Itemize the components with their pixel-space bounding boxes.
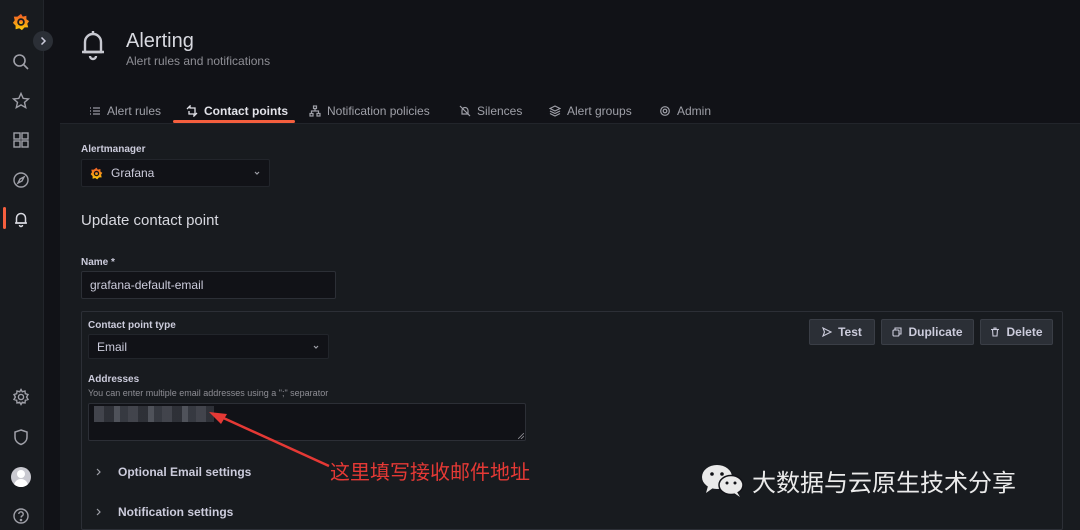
- duplicate-button[interactable]: Duplicate: [881, 319, 974, 345]
- tab-silences[interactable]: Silences: [459, 97, 522, 125]
- bell-slash-icon: [459, 105, 471, 117]
- tab-alert-groups[interactable]: Alert groups: [549, 97, 632, 125]
- name-label: Name *: [81, 257, 115, 268]
- tab-alert-rules[interactable]: Alert rules: [89, 97, 161, 125]
- name-input[interactable]: grafana-default-email: [81, 271, 336, 299]
- send-icon: [822, 327, 833, 337]
- annotation-arrow: [209, 412, 330, 468]
- tab-notification-policies[interactable]: Notification policies: [309, 97, 430, 125]
- test-label: Test: [838, 325, 862, 339]
- configuration-gear-icon[interactable]: [10, 386, 32, 408]
- addresses-label: Addresses: [88, 374, 140, 385]
- shield-icon[interactable]: [10, 426, 32, 448]
- cog-icon: [660, 106, 670, 116]
- explore-compass-icon[interactable]: [10, 169, 32, 191]
- grafana-logo-icon: [90, 167, 103, 179]
- contact-type-value: Email: [97, 339, 128, 354]
- wechat-logo-icon: [702, 465, 744, 497]
- search-icon[interactable]: [10, 51, 32, 73]
- tab-label: Admin: [677, 104, 712, 118]
- alerting-bell-icon[interactable]: [10, 208, 32, 230]
- alerting-header-bell-icon: [82, 31, 104, 61]
- tab-label: Alert rules: [107, 104, 162, 118]
- test-button[interactable]: Test: [809, 319, 875, 345]
- contact-type-label: Contact point type: [88, 320, 176, 331]
- notification-settings-label: Notification settings: [118, 505, 234, 519]
- tab-label: Alert groups: [567, 104, 632, 118]
- copy-icon: [892, 327, 903, 337]
- contact-type-select[interactable]: Email: [88, 334, 329, 359]
- chevron-down-icon: [313, 345, 319, 349]
- chevron-right-icon: [96, 508, 101, 516]
- annotation-text: 这里填写接收邮件地址: [330, 460, 530, 484]
- user-avatar[interactable]: [11, 467, 31, 487]
- dashboards-icon[interactable]: [10, 129, 32, 151]
- contact-point-icon: [186, 105, 198, 117]
- redacted-email-addresses: [94, 406, 214, 422]
- duplicate-label: Duplicate: [908, 325, 963, 339]
- chevron-down-icon: [254, 171, 260, 175]
- layer-group-icon: [549, 105, 561, 117]
- delete-label: Delete: [1006, 325, 1043, 339]
- watermark-text: 大数据与云原生技术分享: [752, 468, 1016, 497]
- sitemap-icon: [309, 105, 321, 117]
- tab-label: Contact points: [204, 104, 288, 118]
- watermark: 大数据与云原生技术分享: [700, 462, 1016, 498]
- alertmanager-value: Grafana: [111, 166, 155, 180]
- tab-admin[interactable]: Admin: [659, 97, 711, 125]
- sidebar: [0, 0, 44, 530]
- resize-handle-icon[interactable]: [518, 433, 524, 439]
- list-icon: [90, 107, 100, 115]
- section-title: Update contact point: [81, 212, 219, 229]
- tab-label: Silences: [477, 104, 523, 118]
- alertmanager-select[interactable]: Grafana: [81, 159, 270, 187]
- expand-sidebar-button[interactable]: [33, 31, 53, 51]
- star-icon[interactable]: [10, 90, 32, 112]
- tab-label: Notification policies: [327, 104, 430, 118]
- help-icon[interactable]: [10, 505, 32, 527]
- page-title: Alerting: [126, 30, 194, 52]
- trash-icon: [991, 327, 1000, 337]
- active-indicator: [3, 207, 6, 229]
- grafana-logo-icon[interactable]: [10, 11, 32, 33]
- alertmanager-label: Alertmanager: [81, 144, 146, 155]
- delete-button[interactable]: Delete: [980, 319, 1053, 345]
- chevron-right-icon: [96, 468, 101, 476]
- page-subtitle: Alert rules and notifications: [126, 54, 271, 68]
- chevron-right-icon: [40, 36, 47, 46]
- notification-settings-toggle[interactable]: Notification settings: [95, 505, 233, 519]
- addresses-description: You can enter multiple email addresses u…: [88, 388, 329, 398]
